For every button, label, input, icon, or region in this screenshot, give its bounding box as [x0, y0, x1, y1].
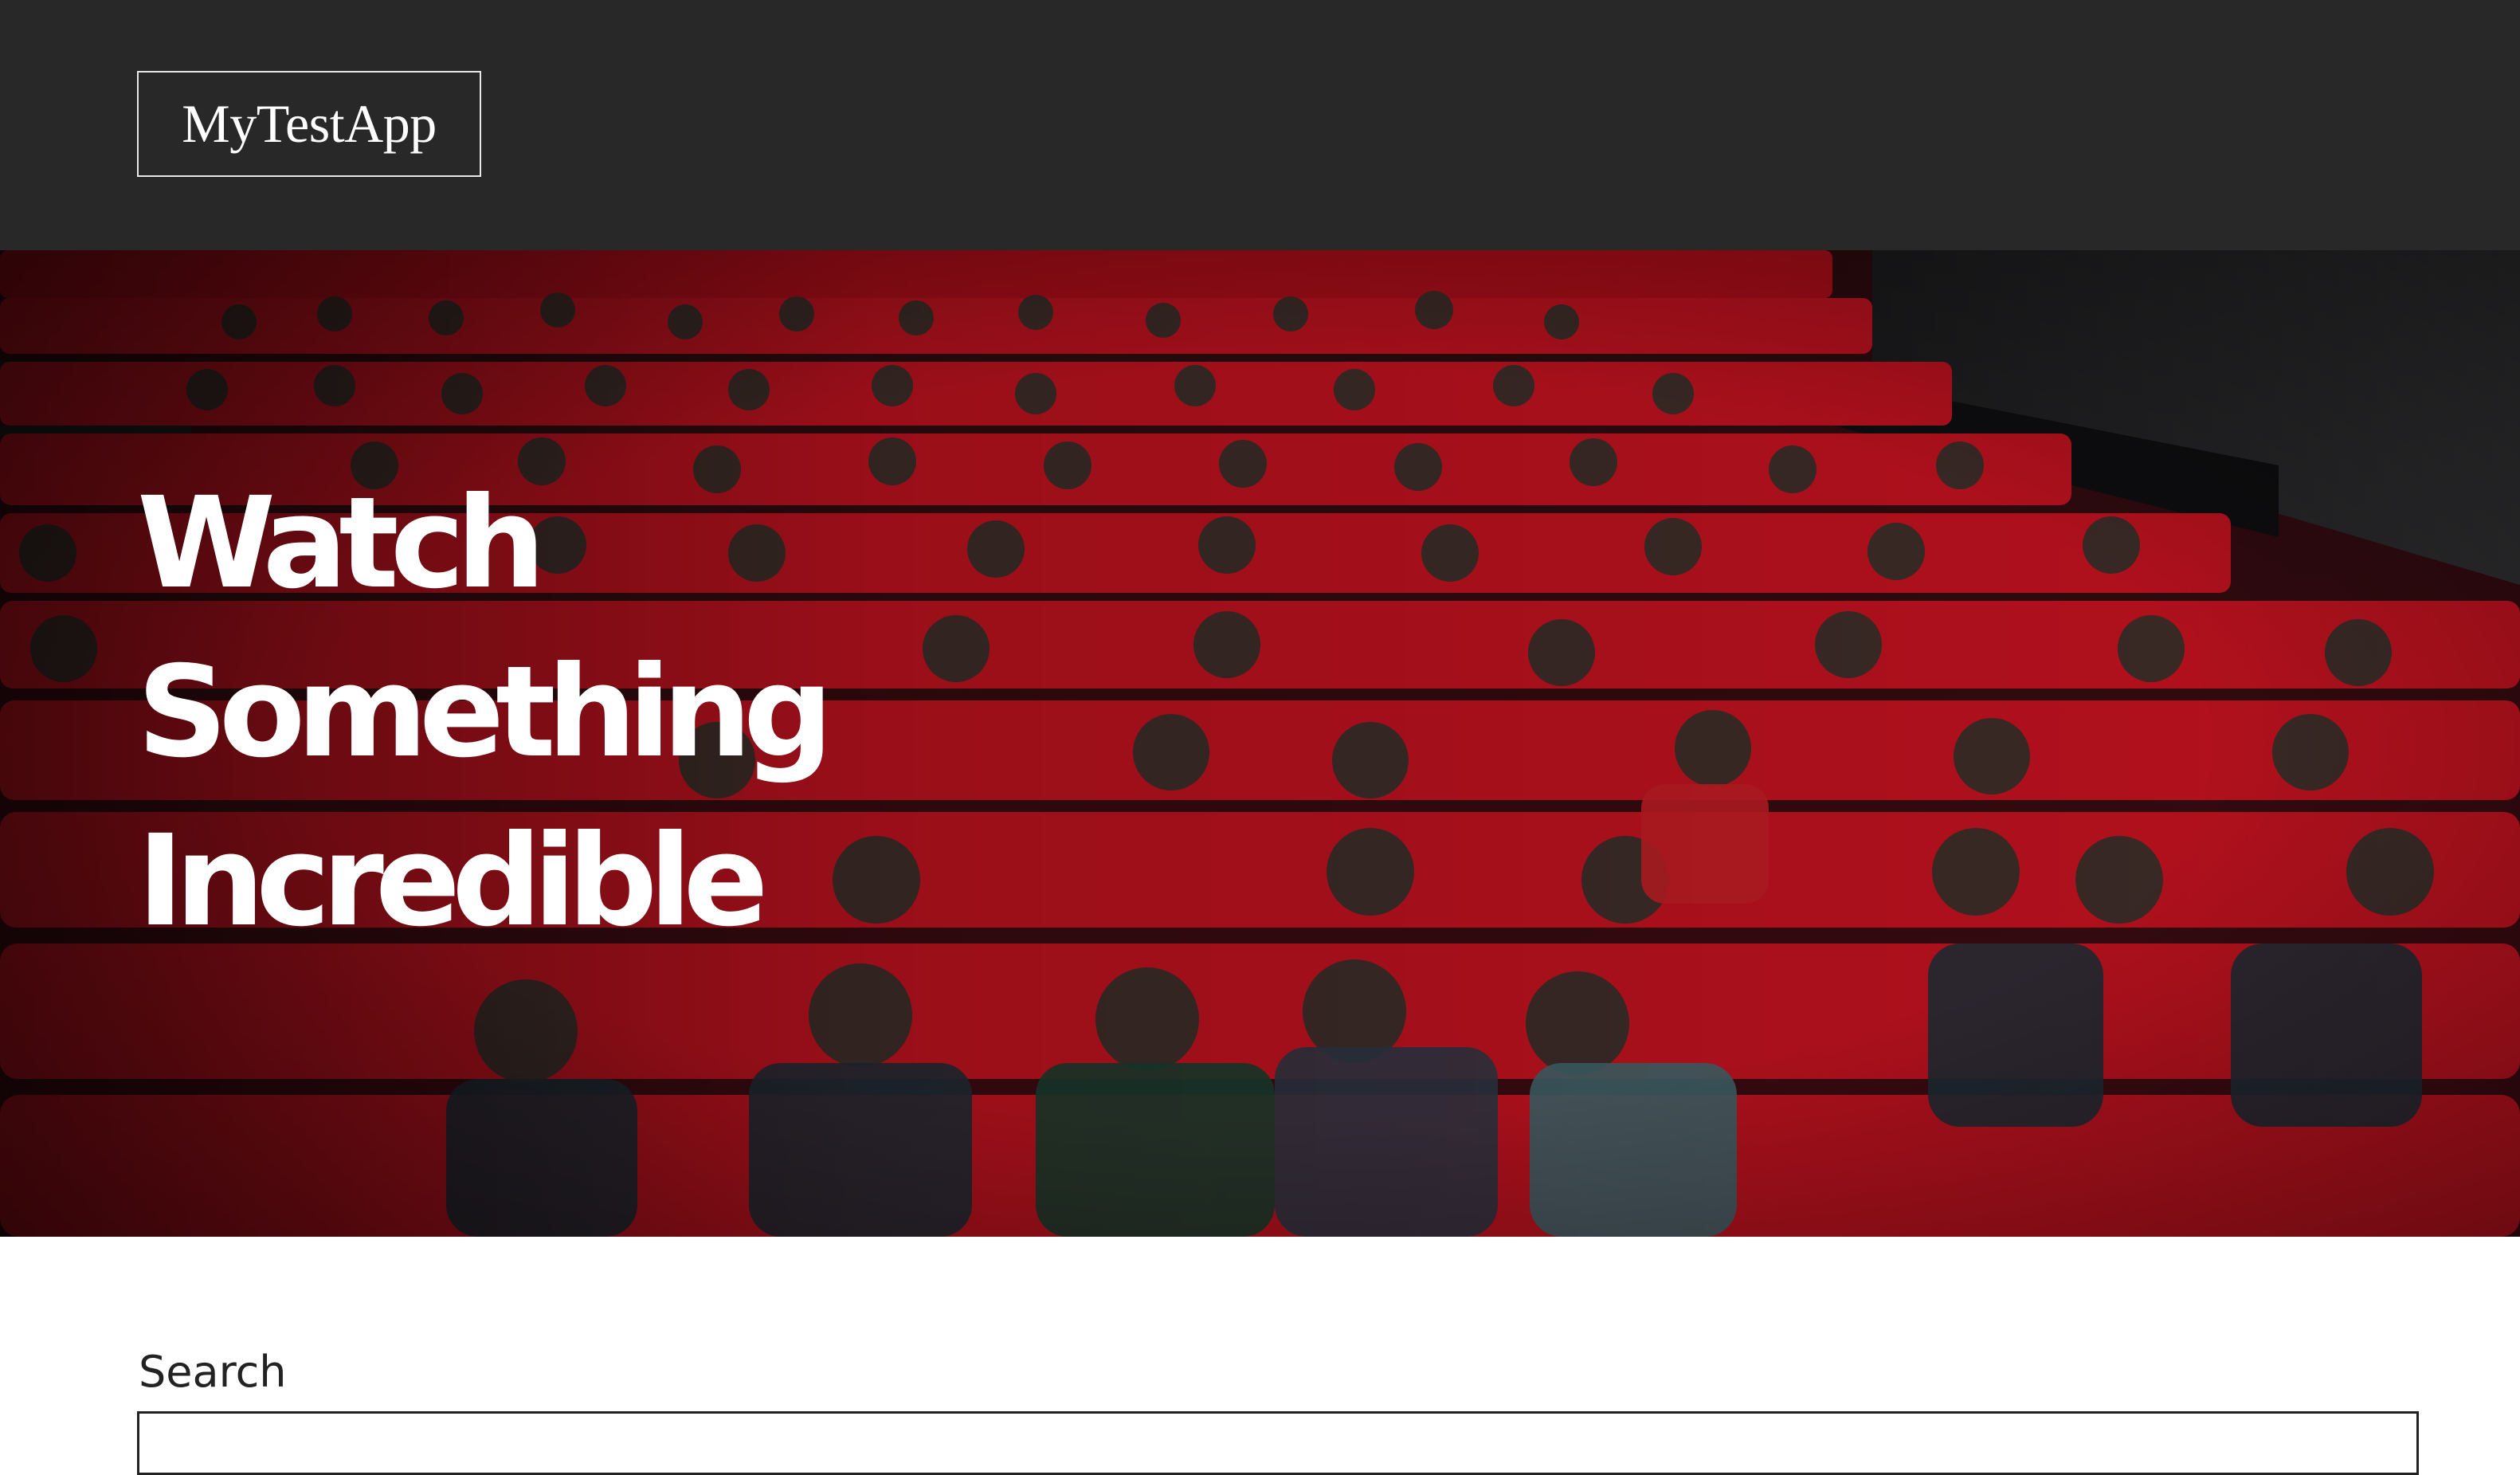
search-input[interactable] — [137, 1411, 2419, 1475]
hero-headline-line-1: Watch — [137, 470, 546, 617]
search-label: Search — [139, 1347, 287, 1397]
hero-headline-line-3: Incredible — [137, 808, 769, 955]
hero-headline: Watch Something Incredible — [137, 459, 833, 966]
site-header: MyTestApp — [0, 0, 2520, 250]
app-logo[interactable]: MyTestApp — [137, 71, 481, 177]
hero-headline-line-2: Something — [137, 639, 833, 786]
hero-banner: Watch Something Incredible — [0, 250, 2520, 1237]
search-section: Search — [0, 1237, 2520, 1475]
